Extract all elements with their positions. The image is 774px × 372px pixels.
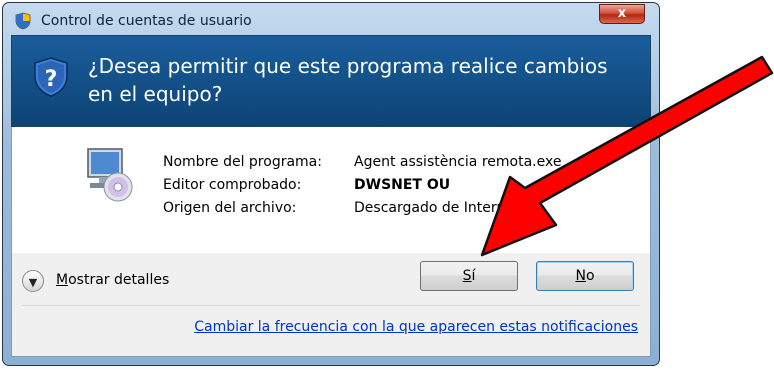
close-button[interactable]: x [599,4,645,24]
uac-dialog: Control de cuentas de usuario x ? ¿Desea… [2,2,660,366]
info-label: Origen del archivo: [163,200,297,216]
file-origin-value: Descargado de Internet [354,200,520,216]
window-title: Control de cuentas de usuario [41,13,252,29]
publisher-value: DWSNET OU [354,177,451,193]
no-button[interactable]: No [536,261,634,291]
info-values: Agent assistència remota.exe DWSNET OU D… [354,151,561,220]
program-info-panel: Nombre del programa: Editor comprobado: … [11,127,651,253]
info-label: Editor comprobado: [163,177,302,193]
divider [22,305,640,306]
chevron-down-icon[interactable]: ▼ [22,270,44,292]
svg-text:?: ? [45,67,58,92]
close-icon: x [617,6,627,21]
uac-shield-icon: ? [34,57,68,97]
show-details-label[interactable]: Mostrar detalles [56,272,169,288]
info-labels: Nombre del programa: Editor comprobado: … [163,151,322,220]
uac-question: ¿Desea permitir que este programa realic… [88,54,608,106]
yes-button[interactable]: Sí [420,261,518,291]
dialog-footer: ▼ Mostrar detalles Sí No Cambiar la frec… [11,253,651,357]
info-label: Nombre del programa: [163,154,322,170]
program-name-value: Agent assistència remota.exe [354,154,562,170]
title-bar[interactable]: Control de cuentas de usuario x [3,3,659,33]
computer-disc-icon [87,148,133,202]
uac-shield-icon [15,12,31,30]
uac-header: ? ¿Desea permitir que este programa real… [11,35,651,127]
notification-settings-link[interactable]: Cambiar la frecuencia con la que aparece… [194,319,638,335]
